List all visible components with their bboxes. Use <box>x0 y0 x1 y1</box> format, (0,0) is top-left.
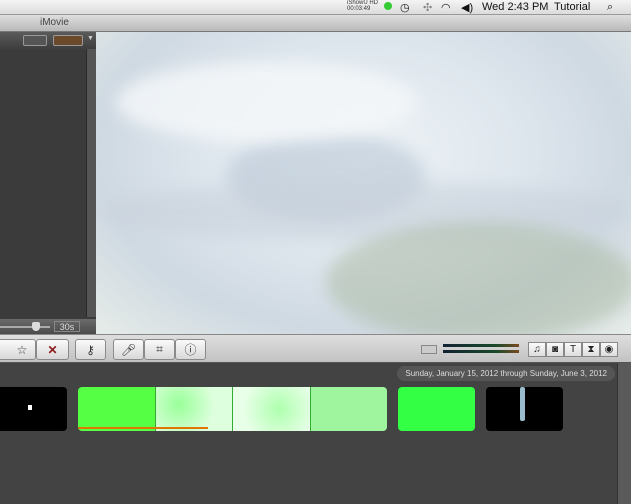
crop-button[interactable]: ⌗ <box>144 339 175 360</box>
favorite-button[interactable]: ☆ <box>0 339 36 360</box>
clip-frame <box>78 387 156 431</box>
video-clip[interactable] <box>398 387 475 431</box>
clip-frame <box>233 387 311 431</box>
zoom-duration-label: 30s <box>54 321 80 332</box>
clock[interactable]: Wed 2:43 PM <box>482 1 548 13</box>
slider-track <box>0 326 50 328</box>
video-clip[interactable] <box>0 387 67 431</box>
fog-cloud <box>116 62 416 142</box>
star-icon: ☆ <box>16 342 28 357</box>
event-date-range: Sunday, January 15, 2012 through Sunday,… <box>397 366 615 381</box>
wifi-icon[interactable]: ◠ <box>441 1 451 14</box>
reject-icon: ✕ <box>47 342 58 357</box>
title-bar: iMovie <box>0 15 631 32</box>
info-icon: ⓘ <box>184 343 197 357</box>
project-library: 30s <box>0 49 96 334</box>
voiceover-button[interactable]: 🎤︎ <box>113 339 144 360</box>
event-browser: Sunday, January 15, 2012 through Sunday,… <box>0 363 617 504</box>
scrollbar[interactable] <box>86 49 96 317</box>
edit-toolbar: ☆ ✕ ⚷ 🎤︎ ⌗ ⓘ ♫ ◙ T ⧗ ◉ <box>0 334 631 363</box>
audio-level-meter <box>443 344 519 354</box>
crop-icon: ⌗ <box>156 342 163 356</box>
scrollbar[interactable] <box>617 363 631 504</box>
status-dot-icon <box>384 2 392 10</box>
view-toggle-button[interactable] <box>23 35 47 46</box>
bluetooth-icon[interactable]: ✣ <box>423 1 432 14</box>
music-browser-button[interactable]: ♫ <box>528 342 546 357</box>
keyword-button[interactable]: ⚷ <box>75 339 106 360</box>
used-range-marker <box>78 427 208 429</box>
thumbnail-zoom-slider[interactable]: 30s <box>0 319 96 334</box>
reject-button[interactable]: ✕ <box>36 339 69 360</box>
clip-frame <box>155 387 233 431</box>
chevron-down-icon[interactable]: ▼ <box>87 35 94 42</box>
title-browser-button[interactable]: T <box>564 342 582 357</box>
microphone-icon: 🎤︎ <box>120 342 137 357</box>
user-menu[interactable]: Tutorial <box>554 1 590 13</box>
photo-browser-button[interactable]: ◙ <box>546 342 564 357</box>
map-browser-button[interactable]: ◉ <box>600 342 618 357</box>
camera-import-button[interactable] <box>53 35 83 46</box>
palm-trees <box>326 222 631 334</box>
menu-bar: iShowU HD 00:03:49 ◷ ✣ ◠ ◀) Wed 2:43 PM T… <box>0 0 631 15</box>
volume-icon[interactable]: ◀) <box>461 1 473 14</box>
key-icon: ⚷ <box>86 342 95 357</box>
clip-frame <box>310 387 387 431</box>
slider-knob[interactable] <box>32 322 40 331</box>
time-machine-icon[interactable]: ◷ <box>400 1 410 14</box>
transition-browser-button[interactable]: ⧗ <box>582 342 600 357</box>
window-title: iMovie <box>40 17 69 28</box>
video-clip[interactable] <box>486 387 563 431</box>
recorder-status[interactable]: iShowU HD 00:03:49 <box>347 0 378 12</box>
info-button[interactable]: ⓘ <box>175 339 206 360</box>
left-toolbar: ▼ <box>0 32 96 49</box>
spotlight-icon[interactable]: ⌕ <box>607 1 613 14</box>
video-viewer[interactable] <box>96 32 631 334</box>
video-clip-selected[interactable] <box>78 387 387 431</box>
recorder-time: 00:03:49 <box>347 6 371 12</box>
audio-adjust-icon[interactable] <box>421 345 437 354</box>
